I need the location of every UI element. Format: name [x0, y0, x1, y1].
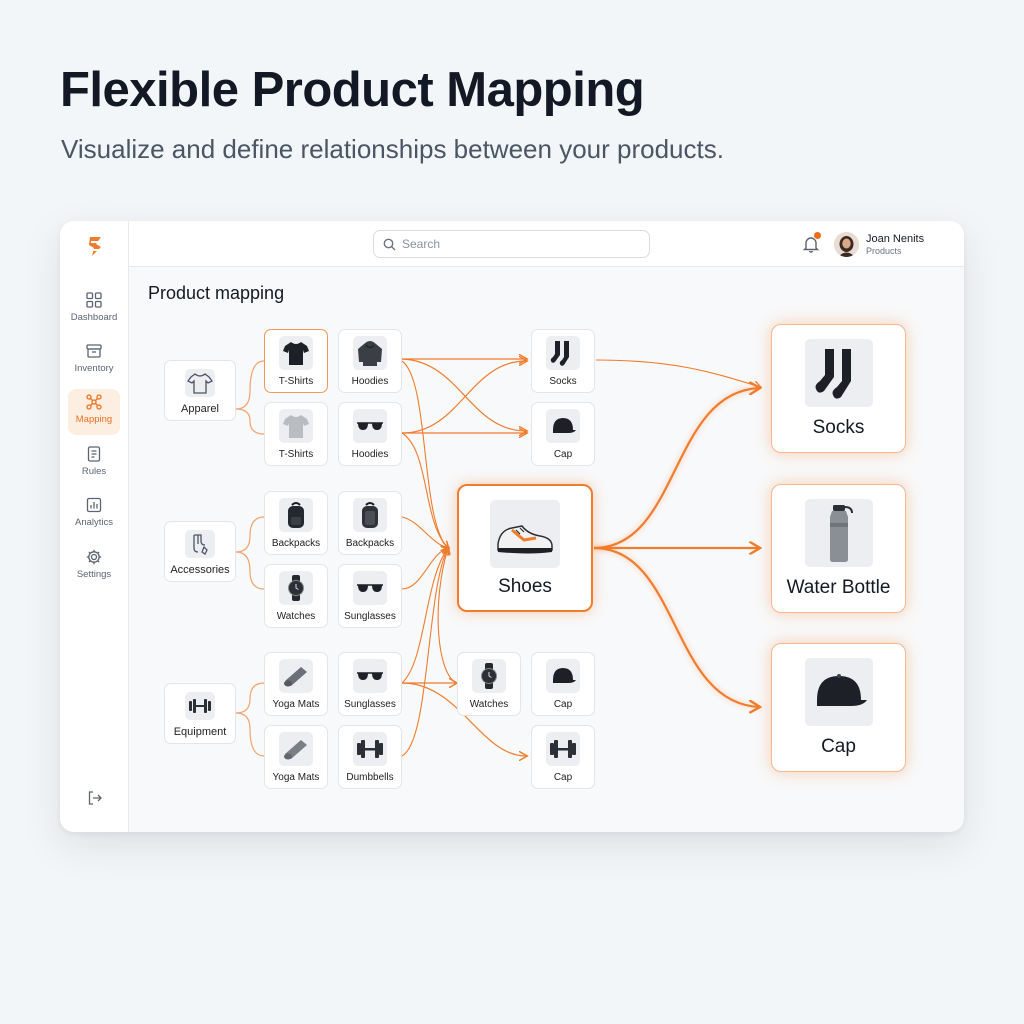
grey-tshirt-icon — [283, 415, 309, 438]
product-label: Sunglasses — [344, 699, 396, 710]
watch-icon — [481, 663, 497, 689]
backpack-icon — [288, 502, 304, 528]
product-label: Hoodies — [351, 449, 389, 460]
product-card-hoodies[interactable]: Hoodies — [338, 329, 402, 393]
product-card-yoga-mats-2[interactable]: Yoga Mats — [264, 725, 328, 789]
product-label: T-Shirts — [278, 376, 314, 387]
target-card-socks[interactable]: Socks — [771, 324, 906, 453]
product-label: Watches — [276, 611, 316, 622]
product-label: Cap — [553, 772, 573, 783]
socks-icon — [550, 341, 569, 366]
sunglasses-icon — [357, 672, 383, 680]
target-card-cap[interactable]: Cap — [771, 643, 906, 772]
yoga-mat-icon — [284, 667, 307, 687]
product-card-sunglasses-2[interactable]: Sunglasses — [338, 652, 402, 716]
socks-icon — [815, 349, 851, 399]
source-to-hub-links — [401, 360, 457, 757]
product-label: Watches — [469, 699, 509, 710]
product-card-hoodies-sunglasses[interactable]: Hoodies — [338, 402, 402, 466]
hero-subtitle: Visualize and define relationships betwe… — [61, 134, 724, 164]
water-bottle-icon — [829, 505, 853, 562]
yoga-mat-icon — [284, 740, 307, 760]
product-label: Yoga Mats — [272, 772, 320, 783]
sunglasses-icon — [357, 422, 383, 430]
product-label: Dumbbells — [346, 772, 394, 783]
intermediate-card-cap-2[interactable]: Cap — [531, 652, 595, 716]
group-label: Equipment — [173, 726, 227, 738]
intermediate-card-cap[interactable]: Cap — [531, 402, 595, 466]
product-label: Socks — [549, 376, 577, 387]
product-label: Yoga Mats — [272, 699, 320, 710]
product-label: Backpacks — [345, 538, 395, 549]
group-card-accessories[interactable]: Accessories — [164, 521, 236, 582]
mapping-canvas: Apparel Accessories Equipment T-Shirts H… — [60, 221, 964, 832]
hub-to-target-links — [593, 388, 760, 707]
target-label: Socks — [812, 417, 865, 438]
group-label: Accessories — [170, 564, 230, 576]
app-window: Dashboard Inventory Mapping Rules Analyt… — [60, 221, 964, 832]
group-label: Apparel — [181, 403, 219, 415]
backpack-icon — [362, 502, 378, 528]
product-card-sunglasses[interactable]: Sunglasses — [338, 564, 402, 628]
group-card-equipment[interactable]: Equipment — [164, 683, 236, 744]
product-card-dumbbells[interactable]: Dumbbells — [338, 725, 402, 789]
product-label: Cap — [553, 449, 573, 460]
dumbbell-icon — [189, 699, 211, 713]
intermediate-card-cap-dumbbell[interactable]: Cap — [531, 725, 595, 789]
product-label: Sunglasses — [344, 611, 396, 622]
intermediate-to-target-links — [595, 359, 760, 387]
target-label: Water Bottle — [786, 577, 891, 598]
product-card-backpacks[interactable]: Backpacks — [264, 491, 328, 555]
accessories-icon — [193, 534, 208, 555]
dumbbell-icon — [357, 740, 383, 758]
sneaker-icon — [497, 525, 553, 554]
product-card-watches[interactable]: Watches — [264, 564, 328, 628]
product-label: Backpacks — [271, 538, 321, 549]
product-label: Hoodies — [351, 376, 389, 387]
group-brackets — [235, 360, 265, 757]
cap-icon — [816, 674, 867, 706]
watch-icon — [288, 575, 304, 601]
sunglasses-icon — [357, 584, 383, 592]
dumbbell-icon — [550, 740, 576, 758]
hero-title: Flexible Product Mapping — [60, 63, 645, 117]
hub-label: Shoes — [498, 576, 552, 597]
cap-icon — [553, 418, 576, 433]
product-card-tshirts-grey[interactable]: T-Shirts — [264, 402, 328, 466]
hoodie-icon — [358, 341, 382, 366]
product-label: Cap — [553, 699, 573, 710]
intermediate-card-watches[interactable]: Watches — [457, 652, 521, 716]
black-tshirt-icon — [283, 342, 309, 365]
group-card-apparel[interactable]: Apparel — [164, 360, 236, 421]
cap-icon — [553, 668, 576, 683]
target-card-water-bottle[interactable]: Water Bottle — [771, 484, 906, 613]
intermediate-card-socks[interactable]: Socks — [531, 329, 595, 393]
target-label: Cap — [821, 736, 856, 757]
hub-card-shoes[interactable]: Shoes — [457, 484, 593, 612]
product-card-yoga-mats[interactable]: Yoga Mats — [264, 652, 328, 716]
product-card-backpacks-2[interactable]: Backpacks — [338, 491, 402, 555]
product-card-tshirts[interactable]: T-Shirts — [264, 329, 328, 393]
product-label: T-Shirts — [278, 449, 314, 460]
tshirt-outline-icon — [187, 373, 213, 394]
